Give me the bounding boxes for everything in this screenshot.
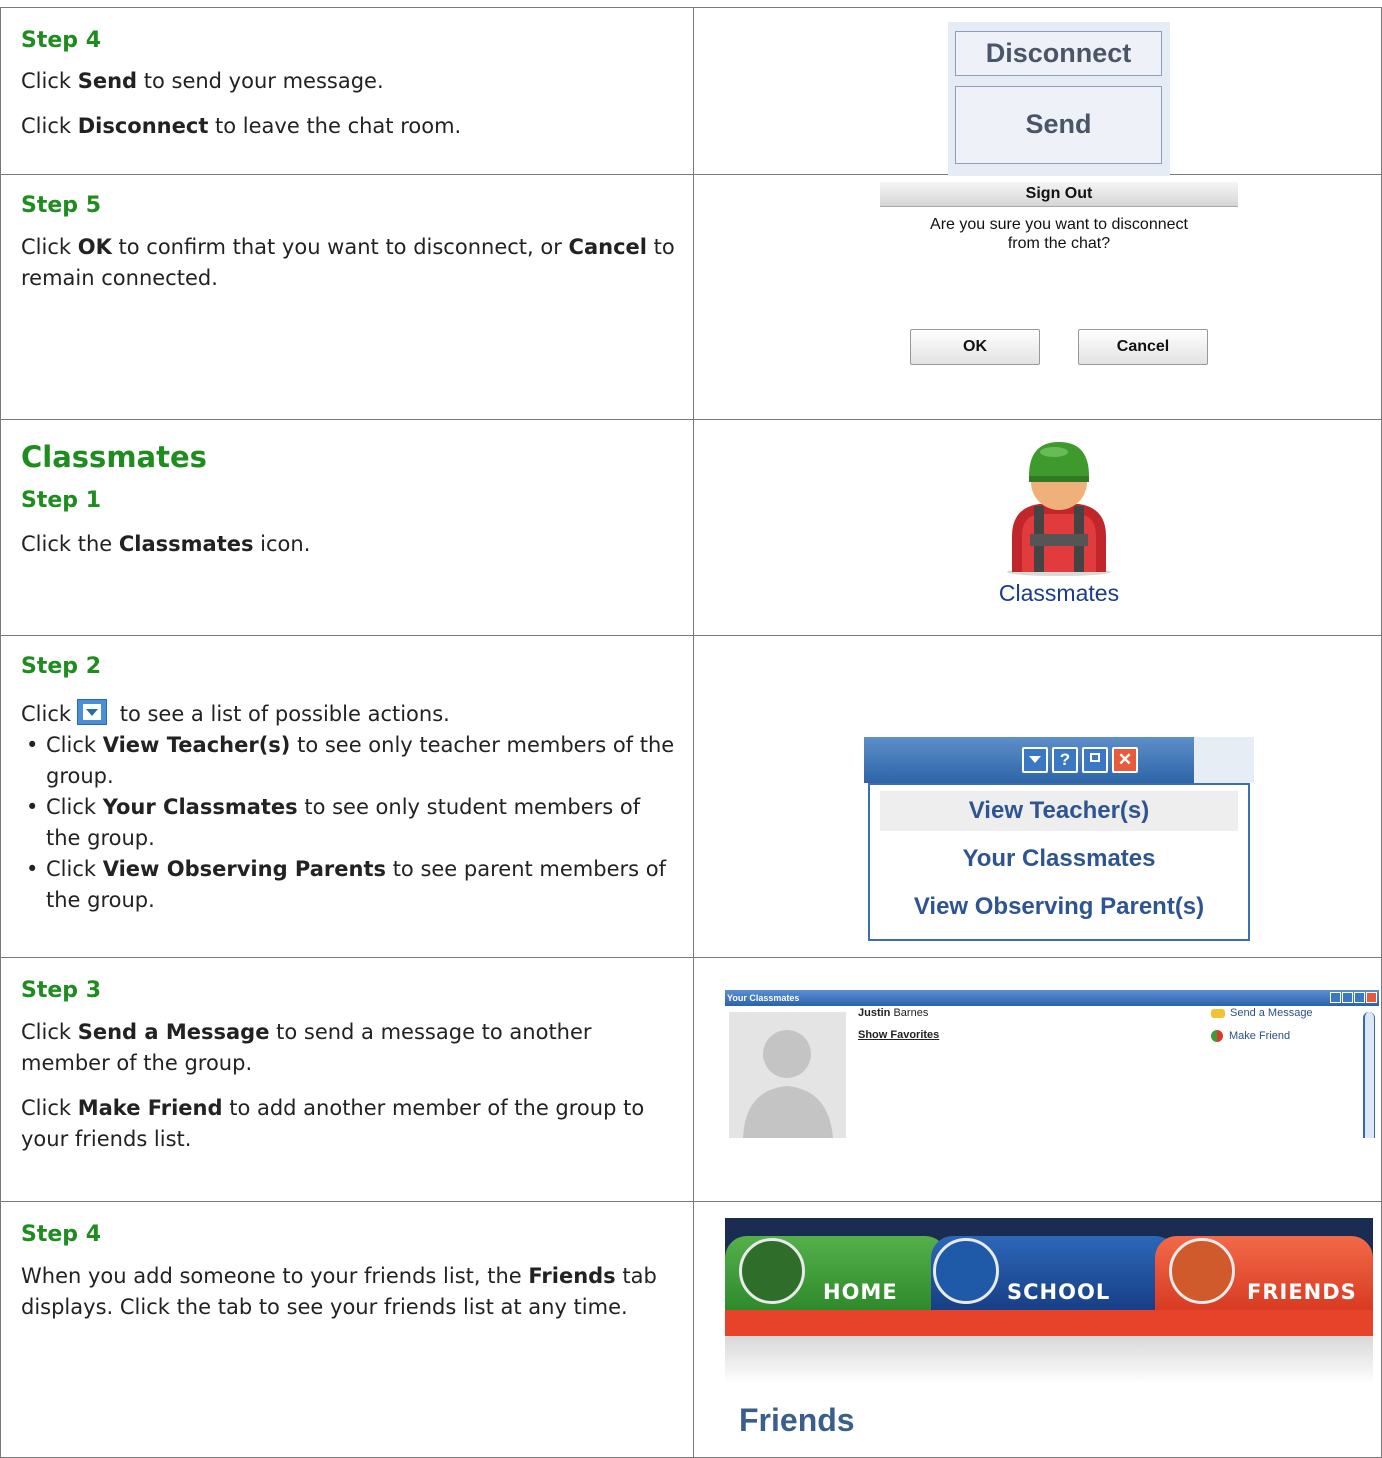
instruction-line: Click Disconnect to leave the chat room. xyxy=(21,114,462,138)
maximize-icon[interactable] xyxy=(1082,747,1108,773)
step-heading: Step 3 xyxy=(21,978,101,1003)
classmates-icon-label[interactable]: Classmates xyxy=(934,580,1184,607)
row-your-classmates: Step 3 Click Send a Message to send a me… xyxy=(0,957,1382,1202)
help-icon[interactable]: ? xyxy=(1052,747,1078,773)
list-item: Click View Teacher(s) to see only teache… xyxy=(21,730,675,792)
window-title-bar: ? ✕ xyxy=(864,737,1254,783)
list-item: Click Your Classmates to see only studen… xyxy=(21,792,675,854)
tab-shadow xyxy=(725,1336,1373,1384)
close-icon[interactable] xyxy=(1366,992,1377,1003)
title-bar-background xyxy=(1194,737,1254,783)
menu-item-view-teachers[interactable]: View Teacher(s) xyxy=(880,791,1238,831)
make-friend-link[interactable]: Make Friend xyxy=(1211,1030,1290,1043)
dialog-title: Sign Out xyxy=(880,182,1238,207)
menu-down-icon[interactable] xyxy=(1330,992,1341,1003)
row-text: Step 3 Click Send a Message to send a me… xyxy=(0,957,694,1202)
your-classmates-panel: Your Classmates Justin Barnes Show Favor… xyxy=(725,990,1379,1138)
active-tab-strip xyxy=(725,1310,1373,1336)
cancel-button[interactable]: Cancel xyxy=(1078,329,1208,365)
scrollbar[interactable] xyxy=(1363,1012,1375,1138)
row-image: Your Classmates Justin Barnes Show Favor… xyxy=(693,957,1382,1202)
menu-item-view-observing-parents[interactable]: View Observing Parent(s) xyxy=(870,887,1248,927)
tab-home[interactable]: HOME xyxy=(725,1236,947,1310)
row-text: Step 5 Click OK to confirm that you want… xyxy=(0,174,694,420)
avatar xyxy=(729,1012,846,1138)
panel-title: Your Classmates xyxy=(727,993,800,1003)
menu-item-your-classmates[interactable]: Your Classmates xyxy=(870,839,1248,879)
friends-icon xyxy=(1169,1238,1235,1304)
instruction-line: Click the Classmates icon. xyxy=(21,532,311,556)
menu-down-icon[interactable] xyxy=(1022,747,1048,773)
instruction-line: Click Send to send your message. xyxy=(21,69,384,93)
row-chat-send: Step 4 Click Send to send your message. … xyxy=(0,7,1382,176)
tab-school-label: SCHOOL xyxy=(1007,1280,1111,1304)
panel-window-controls xyxy=(1330,992,1377,1003)
home-icon xyxy=(739,1238,805,1304)
send-message-link[interactable]: Send a Message xyxy=(1211,1007,1313,1019)
list-item: Click View Observing Parents to see pare… xyxy=(21,854,675,916)
show-favorites-link[interactable]: Show Favorites xyxy=(858,1029,939,1041)
dialog-message: Are you sure you want to disconnect from… xyxy=(930,216,1188,252)
person-silhouette-icon xyxy=(743,1030,833,1138)
instruction-paragraph: Click OK to confirm that you want to dis… xyxy=(21,235,675,290)
row-image: Classmates xyxy=(693,419,1382,636)
help-icon[interactable] xyxy=(1342,992,1353,1003)
row-friends-tab: Step 4 When you add someone to your frie… xyxy=(0,1201,1382,1458)
row-image: ? ✕ View Teacher(s) Your Classmates View… xyxy=(693,635,1382,958)
row-text: Step 4 Click Send to send your message. … xyxy=(0,7,694,175)
step-heading: Step 1 xyxy=(21,488,101,513)
section-heading: Classmates xyxy=(21,440,207,474)
chat-buttons-panel: Disconnect Send xyxy=(948,22,1170,176)
row-text: Classmates Step 1 Click the Classmates i… xyxy=(0,419,694,636)
instructions-table: Step 4 Click Send to send your message. … xyxy=(0,7,1382,1458)
step-heading: Step 4 xyxy=(21,1222,101,1247)
actions-menu: View Teacher(s) Your Classmates View Obs… xyxy=(868,783,1250,941)
disconnect-button[interactable]: Disconnect xyxy=(955,31,1162,76)
tab-friends[interactable]: FRIENDS xyxy=(1155,1236,1373,1310)
graduation-cap-icon xyxy=(933,1238,999,1304)
instruction-paragraph: When you add someone to your friends lis… xyxy=(21,1264,657,1319)
row-actions-menu: Step 2 Click to see a list of possible a… xyxy=(0,635,1382,958)
step-heading: Step 4 xyxy=(21,28,101,53)
step-heading: Step 5 xyxy=(21,193,101,218)
tab-friends-label: FRIENDS xyxy=(1247,1280,1357,1304)
row-text: Step 4 When you add someone to your frie… xyxy=(0,1201,694,1458)
menu-down-icon xyxy=(77,699,108,725)
friend-icon xyxy=(1211,1030,1223,1043)
row-sign-out: Step 5 Click OK to confirm that you want… xyxy=(0,174,1382,420)
envelope-icon xyxy=(1211,1008,1225,1018)
instruction-paragraph: Click Make Friend to add another member … xyxy=(21,1096,645,1151)
close-icon[interactable]: ✕ xyxy=(1112,747,1138,773)
tab-school[interactable]: SCHOOL xyxy=(931,1236,1177,1310)
row-text: Step 2 Click to see a list of possible a… xyxy=(0,635,694,958)
member-name: Justin Barnes xyxy=(858,1007,929,1019)
row-image: HOME SCHOOL FRIENDS Friends xyxy=(693,1201,1382,1458)
tab-home-label: HOME xyxy=(823,1280,898,1304)
ok-button[interactable]: OK xyxy=(910,329,1040,365)
row-image: Disconnect Send xyxy=(693,7,1382,176)
row-classmates-icon: Classmates Step 1 Click the Classmates i… xyxy=(0,419,1382,636)
instruction-line: Click to see a list of possible actions. xyxy=(21,699,675,730)
classmates-icon[interactable] xyxy=(994,436,1124,576)
actions-bullet-list: Click View Teacher(s) to see only teache… xyxy=(21,730,675,916)
send-button[interactable]: Send xyxy=(955,86,1162,164)
maximize-icon[interactable] xyxy=(1354,992,1365,1003)
step-heading: Step 2 xyxy=(21,654,101,679)
page-title: Friends xyxy=(739,1402,855,1438)
row-image: Sign Out Are you sure you want to discon… xyxy=(693,174,1382,420)
instruction-paragraph: Click Send a Message to send a message t… xyxy=(21,1020,592,1075)
panel-title-bar: Your Classmates xyxy=(725,990,1379,1006)
navigation-tabs: HOME SCHOOL FRIENDS Friends xyxy=(725,1218,1373,1450)
